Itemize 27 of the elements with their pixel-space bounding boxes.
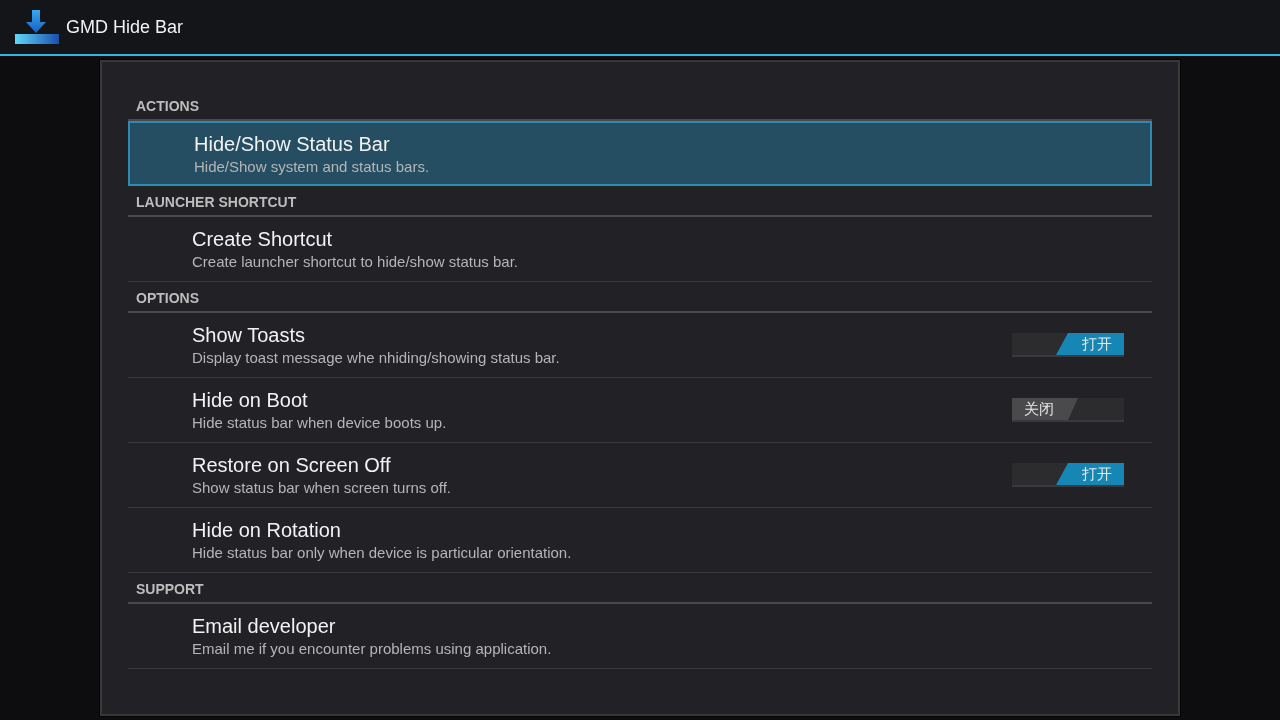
preference-title: Restore on Screen Off bbox=[192, 454, 392, 477]
preference-title: Create Shortcut bbox=[192, 228, 334, 251]
preference-summary: Email me if you encounter problems using application. bbox=[192, 640, 553, 657]
preference-summary: Show status bar when screen turns off. bbox=[192, 479, 453, 496]
preference-title: Hide/Show Status Bar bbox=[194, 132, 391, 156]
preference-title: Hide on Boot bbox=[192, 389, 309, 412]
preference-title: Show Toasts bbox=[192, 324, 307, 347]
preference-summary: Hide/Show system and status bars. bbox=[194, 157, 431, 175]
download-icon bbox=[15, 10, 59, 44]
preference-summary: Hide status bar when device boots up. bbox=[192, 414, 448, 431]
preference-row[interactable]: Hide/Show Status Bar Hide/Show system and status bars. bbox=[128, 121, 1152, 186]
preference-summary: Hide status bar only when device is particular orientation. bbox=[192, 544, 573, 561]
preference-title: Email developer bbox=[192, 615, 337, 638]
section-header: LAUNCHER SHORTCUT bbox=[128, 186, 1152, 217]
preference-row[interactable]: Show Toasts Display toast message whe nhiding/showing status bar. 打开 bbox=[128, 313, 1152, 378]
preference-row[interactable]: Create Shortcut Create launcher shortcut to hide/show status bar. bbox=[128, 217, 1152, 282]
preference-title: Hide on Rotation bbox=[192, 519, 342, 542]
preference-summary: Create launcher shortcut to hide/show status bar. bbox=[192, 253, 519, 270]
preference-row[interactable]: Hide on Rotation Hide status bar only when device is particular orientation. bbox=[128, 508, 1152, 573]
toggle-switch[interactable]: 关闭 bbox=[1012, 398, 1124, 422]
section-header: SUPPORT bbox=[128, 573, 1152, 604]
preference-row[interactable]: Restore on Screen Off Show status bar when screen turns off. 打开 bbox=[128, 443, 1152, 508]
preference-row[interactable]: Email developer Email me if you encounter problems using application. bbox=[128, 604, 1152, 669]
app-title: GMD Hide Bar bbox=[66, 16, 184, 38]
preference-summary: Display toast message whe nhiding/showing status bar. bbox=[192, 349, 561, 366]
preference-row[interactable]: Hide on Boot Hide status bar when device boots up. 关闭 bbox=[128, 378, 1152, 443]
section-header: OPTIONS bbox=[128, 282, 1152, 313]
